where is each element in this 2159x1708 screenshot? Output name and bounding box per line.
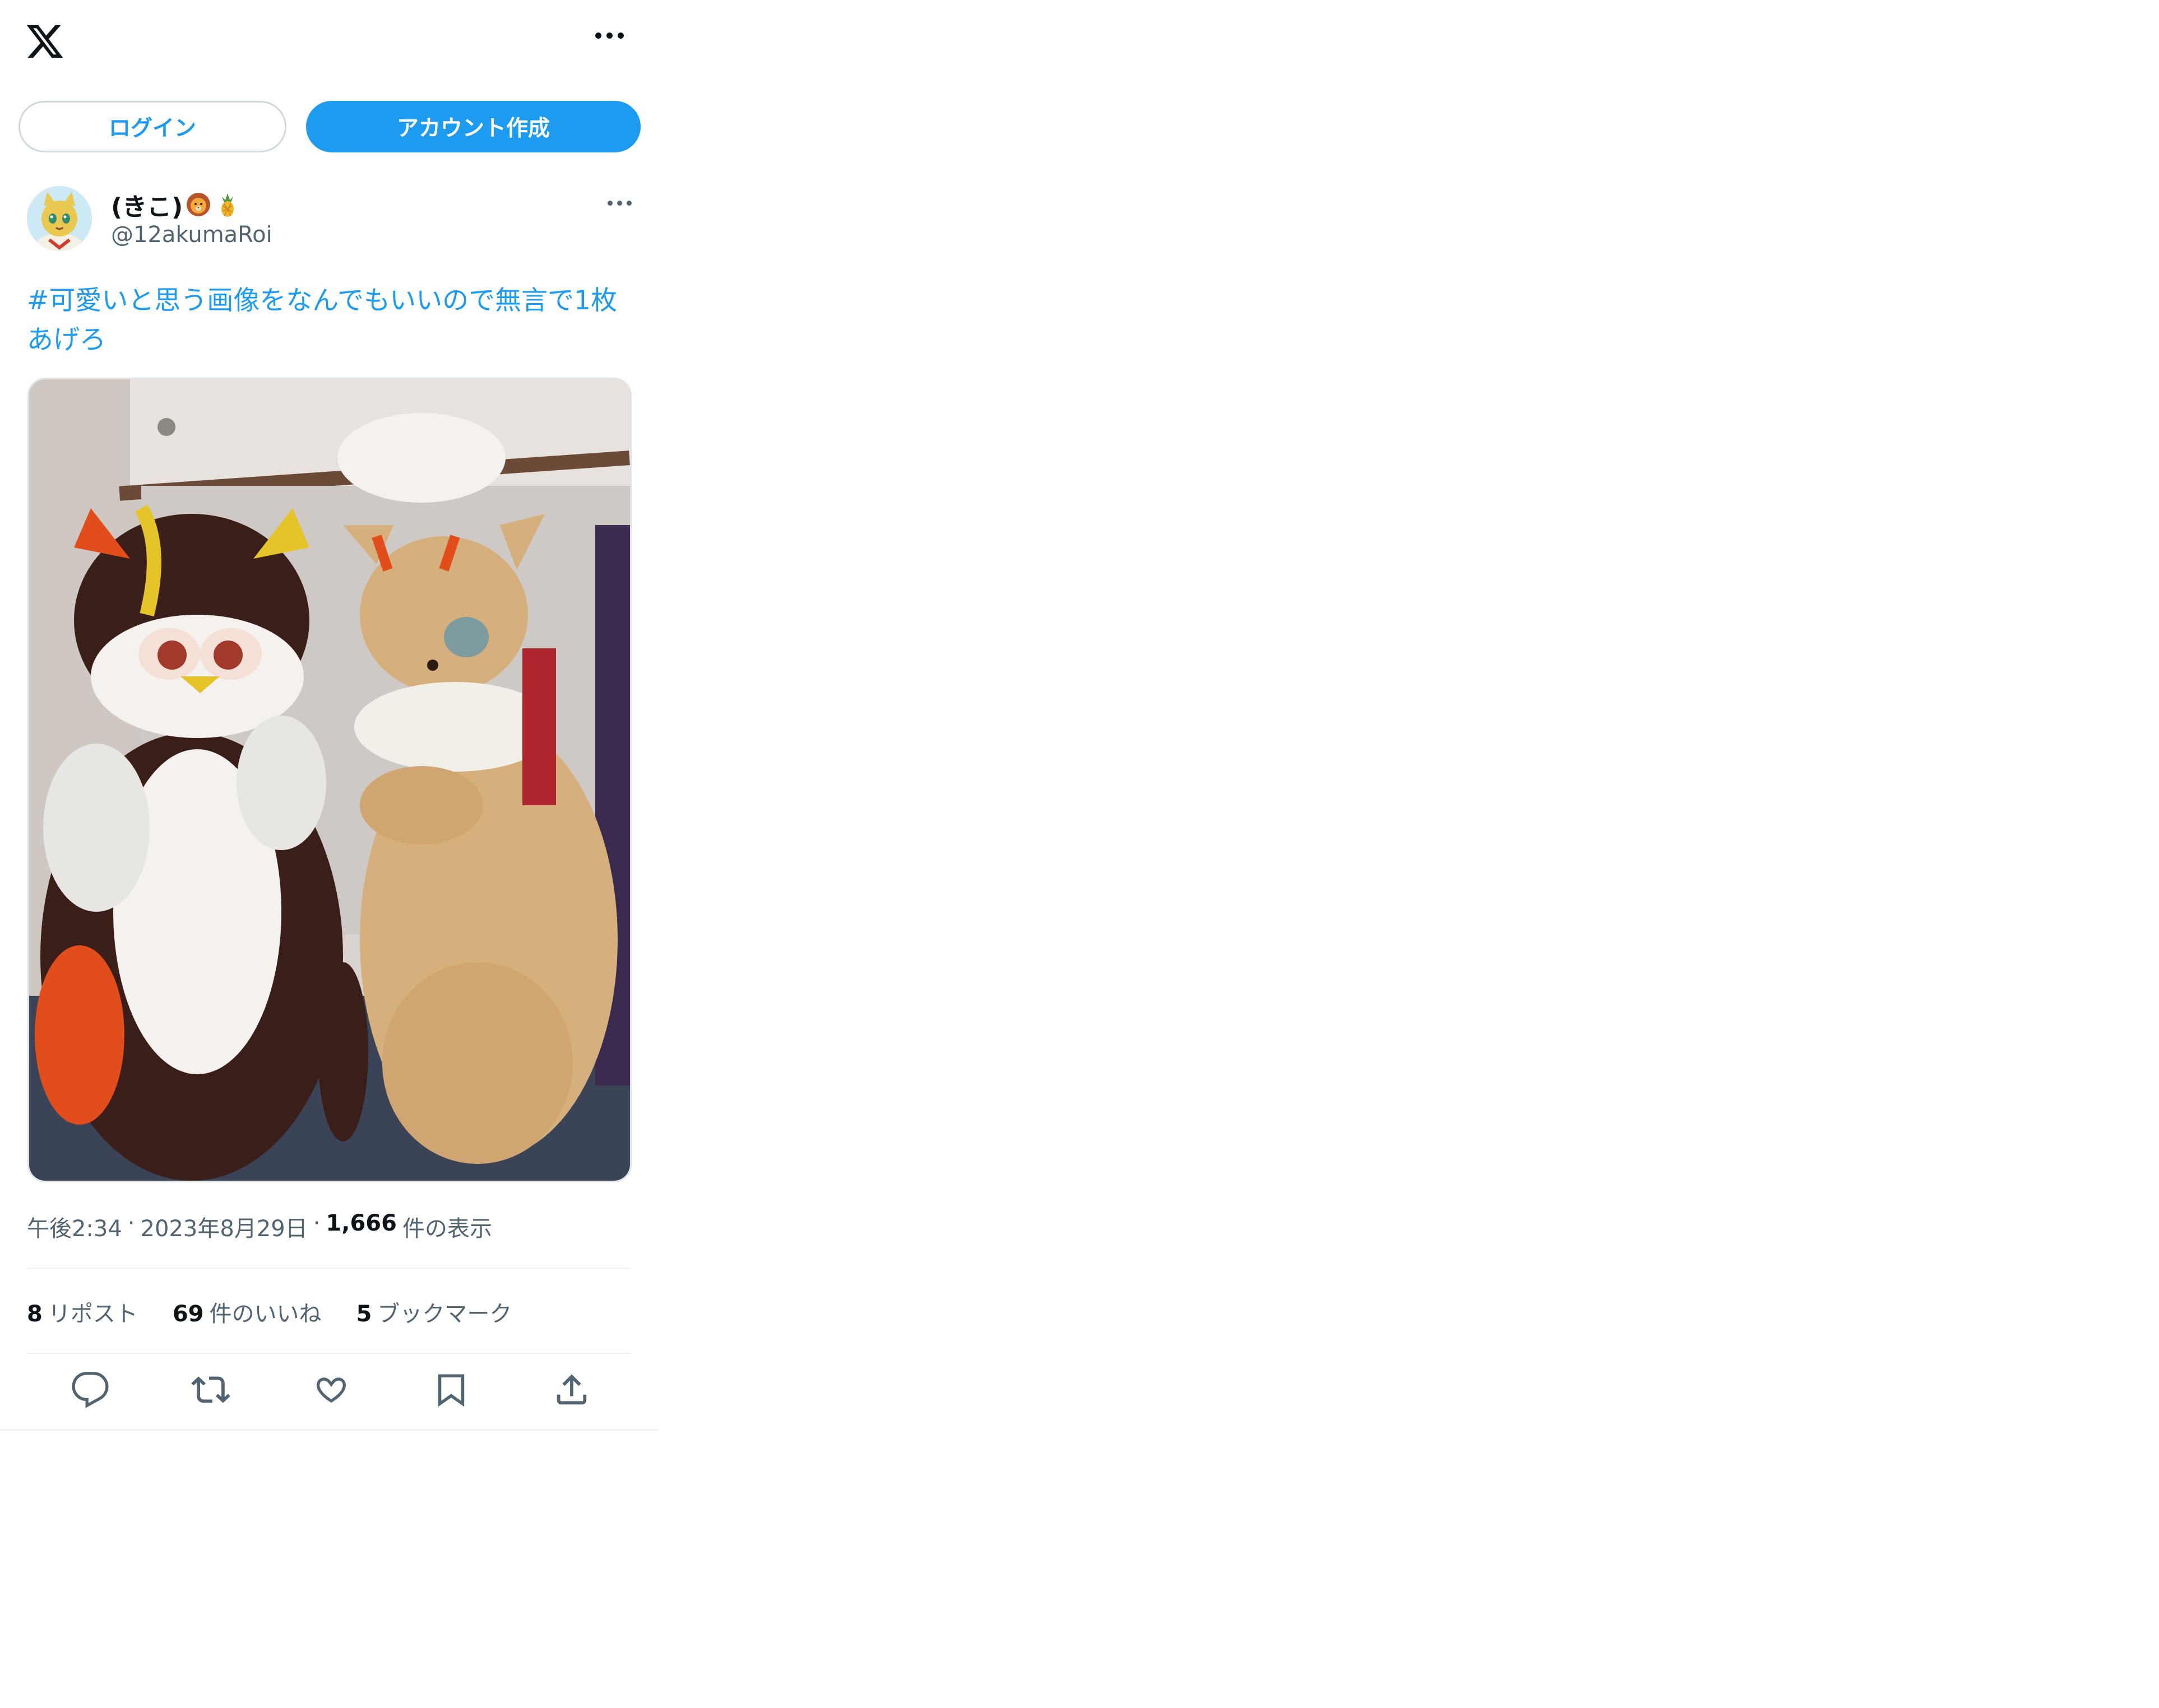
- bookmarks-label: ブックマーク: [377, 1301, 512, 1327]
- pineapple-emoji-icon: [221, 193, 234, 217]
- action-bar: [27, 1370, 631, 1415]
- reposts-count: 8: [27, 1301, 43, 1327]
- display-name[interactable]: (きこ): [111, 187, 241, 222]
- like-icon[interactable]: [312, 1370, 351, 1409]
- user-handle[interactable]: @12akumaRoi: [111, 222, 272, 248]
- avatar[interactable]: [27, 186, 92, 251]
- bottom-border: [0, 1429, 659, 1431]
- lion-emoji-icon: [187, 193, 211, 216]
- more-menu-icon[interactable]: [595, 33, 624, 39]
- tweet-meta: 午後2:34 · 2023年8月29日 · 1,666 件の表示: [27, 1210, 492, 1243]
- views-count: 1,666: [326, 1210, 397, 1236]
- hashtag-line-1[interactable]: #可愛いと思う画像をなんでもいいので無言で1枚: [27, 281, 632, 321]
- divider: [27, 1268, 631, 1269]
- bookmarks-count: 5: [356, 1301, 372, 1327]
- tweet-more-icon[interactable]: [608, 201, 632, 206]
- reposts-stat[interactable]: 8 リポスト: [27, 1296, 138, 1328]
- tweet-page: ログイン アカウント作成 (きこ) @12akumaRoi #可愛いと思う画像を…: [0, 0, 659, 1431]
- meta-separator: ·: [127, 1210, 135, 1236]
- hashtag-line-2[interactable]: あげろ: [27, 321, 632, 360]
- display-name-text: (きこ): [111, 193, 183, 221]
- share-icon[interactable]: [552, 1370, 591, 1409]
- tweet-date[interactable]: 2023年8月29日: [141, 1210, 308, 1243]
- bookmarks-stat[interactable]: 5 ブックマーク: [356, 1296, 512, 1328]
- likes-count: 69: [172, 1301, 204, 1327]
- x-logo-icon[interactable]: [25, 21, 65, 62]
- tweet-photo[interactable]: [27, 378, 632, 1182]
- reposts-label: リポスト: [48, 1301, 138, 1327]
- tweet-text[interactable]: #可愛いと思う画像をなんでもいいので無言で1枚 あげろ: [27, 281, 632, 360]
- divider: [27, 1353, 631, 1354]
- likes-stat[interactable]: 69 件のいいね: [173, 1296, 322, 1328]
- bookmark-icon[interactable]: [432, 1370, 471, 1409]
- reply-icon[interactable]: [71, 1370, 110, 1409]
- create-account-button[interactable]: アカウント作成: [306, 101, 641, 152]
- views-label: 件の表示: [402, 1216, 492, 1242]
- tweet-time[interactable]: 午後2:34: [27, 1210, 122, 1243]
- repost-icon[interactable]: [191, 1370, 230, 1409]
- likes-label: 件のいいね: [209, 1301, 322, 1327]
- login-button[interactable]: ログイン: [18, 101, 286, 152]
- tweet-stats: 8 リポスト 69 件のいいね 5 ブックマーク: [27, 1296, 512, 1328]
- meta-separator: ·: [313, 1210, 321, 1236]
